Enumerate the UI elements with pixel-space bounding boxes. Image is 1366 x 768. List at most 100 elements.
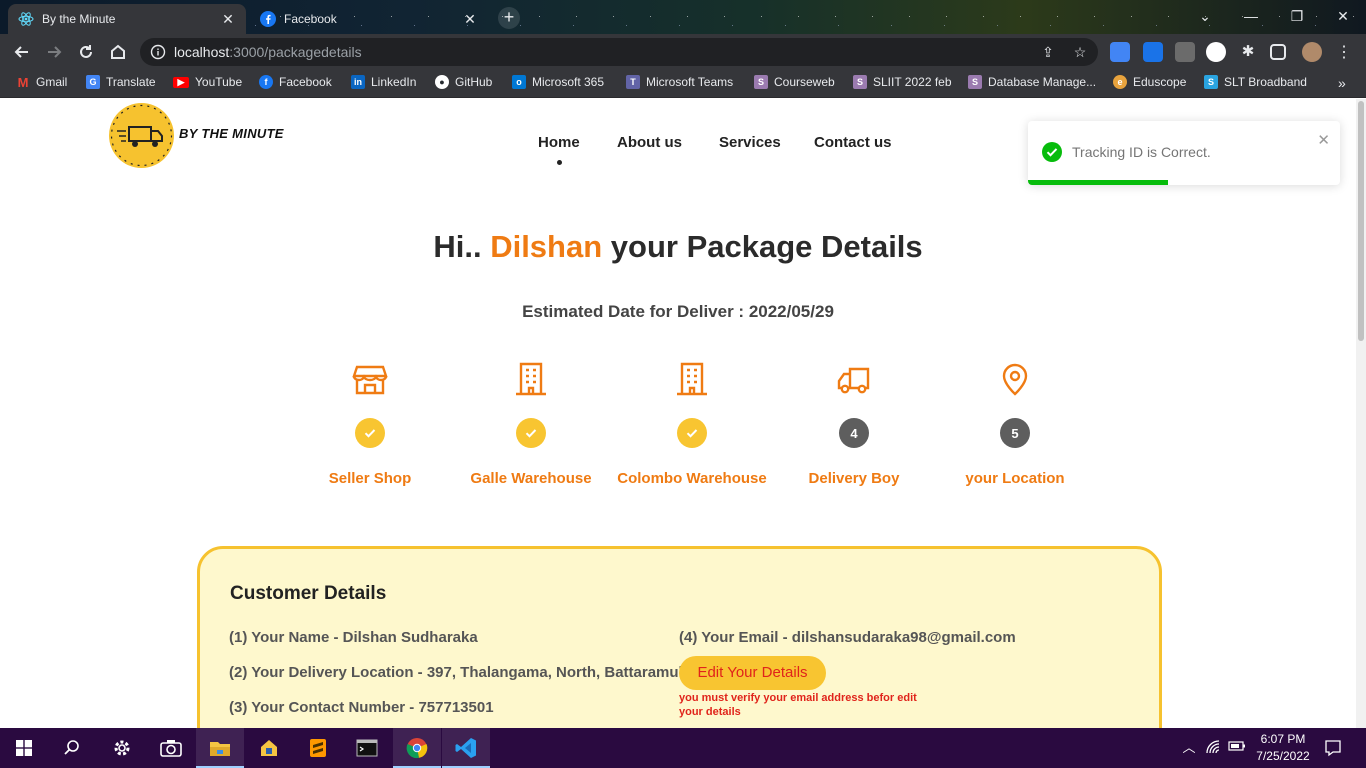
success-toast[interactable]: Tracking ID is Correct. ✕ xyxy=(1028,121,1340,185)
show-hidden-icons-chevron-icon[interactable]: ︿ xyxy=(1180,739,1198,757)
step-label: Galle Warehouse xyxy=(470,470,592,487)
reload-icon xyxy=(80,45,92,58)
bookmark-label: YouTube xyxy=(195,75,243,89)
google-translate-extension-icon[interactable] xyxy=(1110,42,1130,62)
puzzle-extensions-icon[interactable]: ✱ xyxy=(1238,42,1258,62)
security-app[interactable] xyxy=(245,728,293,768)
bookmarks-bar: M Gmail G Translate ▶ YouTube f Facebook… xyxy=(0,70,1366,98)
extension-icon[interactable] xyxy=(1175,42,1195,62)
profile-avatar[interactable] xyxy=(1302,42,1322,62)
settings-app[interactable] xyxy=(98,728,146,768)
bookmark-sliit-2022-feb[interactable]: S SLIIT 2022 feb xyxy=(853,75,952,89)
sliit-icon: S xyxy=(754,75,768,89)
heading-suffix: your Package Details xyxy=(610,229,923,264)
lock-house-icon xyxy=(261,740,277,756)
address-bar[interactable]: localhost:3000/packagedetails ⇪ ☆ xyxy=(140,38,1098,66)
gear-icon xyxy=(114,740,130,756)
notifications-icon[interactable] xyxy=(1324,739,1342,757)
reload-button[interactable] xyxy=(74,40,98,64)
tab-facebook[interactable]: Facebook ✕ xyxy=(250,4,488,34)
tab-by-the-minute[interactable]: By the Minute ✕ xyxy=(8,4,246,34)
vscode-app[interactable] xyxy=(442,728,490,768)
truck-icon xyxy=(837,367,870,394)
nav-home[interactable]: Home xyxy=(538,134,580,151)
bookmark-gmail[interactable]: M Gmail xyxy=(16,75,68,90)
nav-services[interactable]: Services xyxy=(719,134,781,151)
start-button[interactable] xyxy=(0,728,48,768)
bookmark-courseweb[interactable]: S Courseweb xyxy=(754,75,835,89)
menu-kebab-icon[interactable]: ⋮ xyxy=(1332,40,1356,64)
bookmark-label: Facebook xyxy=(279,75,332,89)
chrome-app[interactable] xyxy=(393,728,441,768)
battery-icon[interactable] xyxy=(1228,739,1246,757)
bookmark-microsoft-365[interactable]: o Microsoft 365 xyxy=(512,75,604,89)
url-text[interactable]: localhost:3000/packagedetails xyxy=(174,44,362,60)
new-tab-button[interactable]: + xyxy=(498,7,520,29)
tracking-step-your-location: 5 your Location xyxy=(940,361,1090,487)
chrome-extension-icon[interactable] xyxy=(1206,42,1226,62)
scrollbar-thumb[interactable] xyxy=(1358,101,1364,341)
tab-title: Facebook xyxy=(284,12,337,26)
store-icon xyxy=(352,365,388,395)
browser-titlebar: By the Minute ✕ Facebook ✕ + ⌄ — ❐ ✕ xyxy=(0,0,1366,34)
bookmarks-overflow-chevron-icon[interactable]: » xyxy=(1338,75,1346,91)
active-nav-indicator xyxy=(557,160,562,165)
close-icon[interactable]: ✕ xyxy=(462,11,478,28)
extension-icon[interactable] xyxy=(1143,42,1163,62)
info-icon[interactable] xyxy=(150,44,166,60)
star-icon[interactable]: ☆ xyxy=(1072,44,1088,60)
customer-email: (4) Your Email - dilshansudaraka98@gmail… xyxy=(679,629,1016,646)
sliit-icon: S xyxy=(853,75,867,89)
building-icon xyxy=(516,362,546,396)
clock-date: 7/25/2022 xyxy=(1256,749,1310,763)
bookmark-github[interactable]: ● GitHub xyxy=(435,75,492,89)
close-icon[interactable]: ✕ xyxy=(220,11,236,28)
bookmark-youtube[interactable]: ▶ YouTube xyxy=(173,75,242,89)
tab-title: By the Minute xyxy=(42,12,116,26)
back-button[interactable] xyxy=(10,40,34,64)
camera-app[interactable] xyxy=(147,728,195,768)
page-heading: Hi.. Dilshan your Package Details xyxy=(0,229,1356,265)
page-scrollbar[interactable] xyxy=(1356,99,1366,728)
bookmark-eduscope[interactable]: e Eduscope xyxy=(1113,75,1186,89)
customer-delivery-location: (2) Your Delivery Location - 397, Thalan… xyxy=(229,664,696,681)
home-button[interactable] xyxy=(106,40,130,64)
search-button[interactable] xyxy=(48,728,96,768)
bookmark-label: Microsoft Teams xyxy=(646,75,734,89)
share-icon[interactable]: ⇪ xyxy=(1040,44,1056,60)
system-clock[interactable]: 6:07 PM 7/25/2022 xyxy=(1250,731,1316,765)
side-panel-icon[interactable] xyxy=(1270,44,1286,60)
bookmark-translate[interactable]: G Translate xyxy=(86,75,156,89)
terminal-app[interactable] xyxy=(343,728,391,768)
bookmark-linkedin[interactable]: in LinkedIn xyxy=(351,75,416,89)
bookmark-label: SLT Broadband xyxy=(1224,75,1307,89)
card-title: Customer Details xyxy=(230,583,387,604)
close-window-button[interactable]: ✕ xyxy=(1320,0,1366,32)
nav-contact-us[interactable]: Contact us xyxy=(814,134,892,151)
bookmark-label: Gmail xyxy=(36,75,68,89)
eduscope-icon: e xyxy=(1113,75,1127,89)
sliit-icon: S xyxy=(968,75,982,89)
bookmark-slt-broadband[interactable]: S SLT Broadband xyxy=(1204,75,1307,89)
customer-contact-number: (3) Your Contact Number - 757713501 xyxy=(229,699,494,716)
minimize-button[interactable]: — xyxy=(1228,0,1274,32)
step-label: your Location xyxy=(965,470,1065,487)
brand-logo[interactable] xyxy=(109,103,174,168)
wifi-icon[interactable] xyxy=(1204,739,1222,757)
bookmark-label: SLIIT 2022 feb xyxy=(873,75,952,89)
tab-search-chevron-icon[interactable]: ⌄ xyxy=(1182,0,1228,32)
edit-details-button[interactable]: Edit Your Details xyxy=(679,656,826,690)
close-icon[interactable]: ✕ xyxy=(1317,131,1330,149)
bookmark-facebook[interactable]: f Facebook xyxy=(259,75,332,89)
nav-about-us[interactable]: About us xyxy=(617,134,682,151)
facebook-icon: f xyxy=(259,75,273,89)
forward-button[interactable] xyxy=(42,40,66,64)
bookmark-microsoft-teams[interactable]: T Microsoft Teams xyxy=(626,75,733,89)
arrow-left-icon xyxy=(14,46,28,58)
estimated-delivery-date: Estimated Date for Deliver : 2022/05/29 xyxy=(522,302,834,321)
teams-icon: T xyxy=(626,75,640,89)
bookmark-database-manage[interactable]: S Database Manage... xyxy=(968,75,1096,89)
restore-button[interactable]: ❐ xyxy=(1274,0,1320,32)
file-explorer-app[interactable] xyxy=(196,728,244,768)
sublime-text-app[interactable] xyxy=(294,728,342,768)
